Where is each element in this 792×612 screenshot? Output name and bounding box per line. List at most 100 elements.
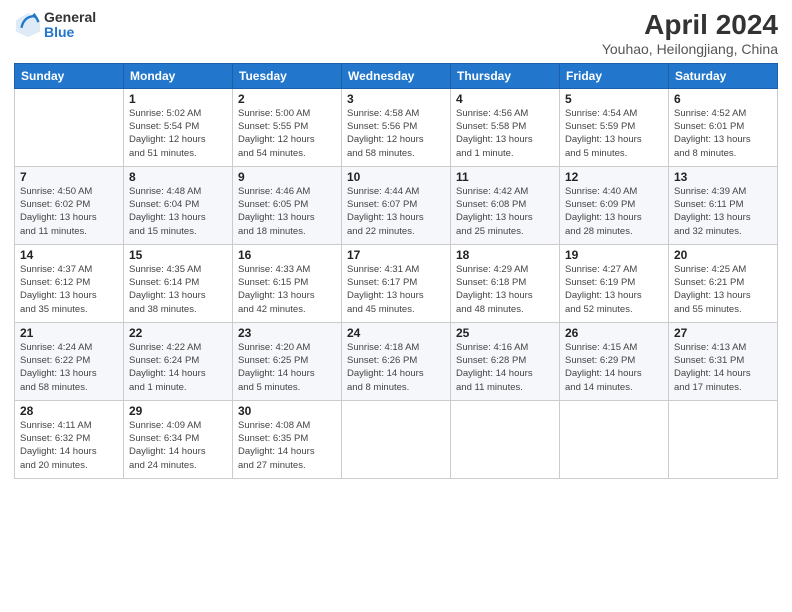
day-number: 27 [674, 326, 772, 340]
day-info: Sunrise: 4:25 AM Sunset: 6:21 PM Dayligh… [674, 263, 772, 316]
day-number: 26 [565, 326, 663, 340]
day-number: 30 [238, 404, 336, 418]
calendar-cell: 10Sunrise: 4:44 AM Sunset: 6:07 PM Dayli… [342, 166, 451, 244]
col-header-sunday: Sunday [15, 63, 124, 88]
day-number: 15 [129, 248, 227, 262]
day-info: Sunrise: 4:27 AM Sunset: 6:19 PM Dayligh… [565, 263, 663, 316]
week-row-1: 1Sunrise: 5:02 AM Sunset: 5:54 PM Daylig… [15, 88, 778, 166]
day-info: Sunrise: 4:39 AM Sunset: 6:11 PM Dayligh… [674, 185, 772, 238]
day-number: 24 [347, 326, 445, 340]
calendar-cell: 5Sunrise: 4:54 AM Sunset: 5:59 PM Daylig… [560, 88, 669, 166]
day-info: Sunrise: 4:54 AM Sunset: 5:59 PM Dayligh… [565, 107, 663, 160]
col-header-saturday: Saturday [669, 63, 778, 88]
day-info: Sunrise: 4:24 AM Sunset: 6:22 PM Dayligh… [20, 341, 118, 394]
calendar-cell: 21Sunrise: 4:24 AM Sunset: 6:22 PM Dayli… [15, 322, 124, 400]
day-info: Sunrise: 4:22 AM Sunset: 6:24 PM Dayligh… [129, 341, 227, 394]
week-row-3: 14Sunrise: 4:37 AM Sunset: 6:12 PM Dayli… [15, 244, 778, 322]
calendar-cell [451, 400, 560, 478]
calendar-cell: 27Sunrise: 4:13 AM Sunset: 6:31 PM Dayli… [669, 322, 778, 400]
day-number: 28 [20, 404, 118, 418]
calendar-cell: 17Sunrise: 4:31 AM Sunset: 6:17 PM Dayli… [342, 244, 451, 322]
calendar-cell: 22Sunrise: 4:22 AM Sunset: 6:24 PM Dayli… [124, 322, 233, 400]
day-info: Sunrise: 4:13 AM Sunset: 6:31 PM Dayligh… [674, 341, 772, 394]
day-number: 1 [129, 92, 227, 106]
header: General Blue April 2024 Youhao, Heilongj… [14, 10, 778, 57]
day-info: Sunrise: 4:37 AM Sunset: 6:12 PM Dayligh… [20, 263, 118, 316]
calendar-cell: 18Sunrise: 4:29 AM Sunset: 6:18 PM Dayli… [451, 244, 560, 322]
day-info: Sunrise: 4:46 AM Sunset: 6:05 PM Dayligh… [238, 185, 336, 238]
day-number: 10 [347, 170, 445, 184]
day-info: Sunrise: 4:33 AM Sunset: 6:15 PM Dayligh… [238, 263, 336, 316]
day-number: 25 [456, 326, 554, 340]
calendar-cell: 30Sunrise: 4:08 AM Sunset: 6:35 PM Dayli… [233, 400, 342, 478]
day-number: 12 [565, 170, 663, 184]
day-number: 6 [674, 92, 772, 106]
col-header-wednesday: Wednesday [342, 63, 451, 88]
col-header-monday: Monday [124, 63, 233, 88]
calendar-cell: 16Sunrise: 4:33 AM Sunset: 6:15 PM Dayli… [233, 244, 342, 322]
calendar-cell: 15Sunrise: 4:35 AM Sunset: 6:14 PM Dayli… [124, 244, 233, 322]
calendar-cell: 26Sunrise: 4:15 AM Sunset: 6:29 PM Dayli… [560, 322, 669, 400]
calendar-cell: 9Sunrise: 4:46 AM Sunset: 6:05 PM Daylig… [233, 166, 342, 244]
day-info: Sunrise: 4:40 AM Sunset: 6:09 PM Dayligh… [565, 185, 663, 238]
day-number: 18 [456, 248, 554, 262]
col-header-tuesday: Tuesday [233, 63, 342, 88]
calendar-cell [15, 88, 124, 166]
calendar-cell: 11Sunrise: 4:42 AM Sunset: 6:08 PM Dayli… [451, 166, 560, 244]
week-row-5: 28Sunrise: 4:11 AM Sunset: 6:32 PM Dayli… [15, 400, 778, 478]
day-number: 8 [129, 170, 227, 184]
day-info: Sunrise: 4:31 AM Sunset: 6:17 PM Dayligh… [347, 263, 445, 316]
day-number: 23 [238, 326, 336, 340]
calendar-title: April 2024 [602, 10, 778, 41]
calendar-cell: 1Sunrise: 5:02 AM Sunset: 5:54 PM Daylig… [124, 88, 233, 166]
day-number: 2 [238, 92, 336, 106]
day-info: Sunrise: 5:00 AM Sunset: 5:55 PM Dayligh… [238, 107, 336, 160]
logo: General Blue [14, 10, 96, 41]
day-info: Sunrise: 4:58 AM Sunset: 5:56 PM Dayligh… [347, 107, 445, 160]
day-info: Sunrise: 4:56 AM Sunset: 5:58 PM Dayligh… [456, 107, 554, 160]
calendar-cell: 28Sunrise: 4:11 AM Sunset: 6:32 PM Dayli… [15, 400, 124, 478]
day-info: Sunrise: 4:35 AM Sunset: 6:14 PM Dayligh… [129, 263, 227, 316]
header-row: SundayMondayTuesdayWednesdayThursdayFrid… [15, 63, 778, 88]
week-row-4: 21Sunrise: 4:24 AM Sunset: 6:22 PM Dayli… [15, 322, 778, 400]
calendar-cell: 23Sunrise: 4:20 AM Sunset: 6:25 PM Dayli… [233, 322, 342, 400]
title-block: April 2024 Youhao, Heilongjiang, China [602, 10, 778, 57]
day-number: 3 [347, 92, 445, 106]
logo-icon [14, 11, 42, 39]
calendar-cell: 19Sunrise: 4:27 AM Sunset: 6:19 PM Dayli… [560, 244, 669, 322]
col-header-friday: Friday [560, 63, 669, 88]
day-number: 7 [20, 170, 118, 184]
calendar-cell: 20Sunrise: 4:25 AM Sunset: 6:21 PM Dayli… [669, 244, 778, 322]
day-info: Sunrise: 4:11 AM Sunset: 6:32 PM Dayligh… [20, 419, 118, 472]
day-number: 21 [20, 326, 118, 340]
day-info: Sunrise: 4:08 AM Sunset: 6:35 PM Dayligh… [238, 419, 336, 472]
day-number: 19 [565, 248, 663, 262]
day-info: Sunrise: 4:18 AM Sunset: 6:26 PM Dayligh… [347, 341, 445, 394]
day-number: 29 [129, 404, 227, 418]
calendar-cell: 29Sunrise: 4:09 AM Sunset: 6:34 PM Dayli… [124, 400, 233, 478]
day-info: Sunrise: 5:02 AM Sunset: 5:54 PM Dayligh… [129, 107, 227, 160]
calendar-subtitle: Youhao, Heilongjiang, China [602, 41, 778, 57]
logo-general: General [44, 10, 96, 25]
day-number: 17 [347, 248, 445, 262]
calendar-cell: 2Sunrise: 5:00 AM Sunset: 5:55 PM Daylig… [233, 88, 342, 166]
day-number: 22 [129, 326, 227, 340]
calendar-page: General Blue April 2024 Youhao, Heilongj… [0, 0, 792, 612]
day-number: 5 [565, 92, 663, 106]
calendar-cell: 6Sunrise: 4:52 AM Sunset: 6:01 PM Daylig… [669, 88, 778, 166]
calendar-cell [560, 400, 669, 478]
logo-blue: Blue [44, 25, 96, 40]
calendar-cell: 7Sunrise: 4:50 AM Sunset: 6:02 PM Daylig… [15, 166, 124, 244]
day-info: Sunrise: 4:09 AM Sunset: 6:34 PM Dayligh… [129, 419, 227, 472]
calendar-cell: 4Sunrise: 4:56 AM Sunset: 5:58 PM Daylig… [451, 88, 560, 166]
day-number: 9 [238, 170, 336, 184]
day-info: Sunrise: 4:50 AM Sunset: 6:02 PM Dayligh… [20, 185, 118, 238]
day-info: Sunrise: 4:29 AM Sunset: 6:18 PM Dayligh… [456, 263, 554, 316]
col-header-thursday: Thursday [451, 63, 560, 88]
day-number: 4 [456, 92, 554, 106]
calendar-cell: 12Sunrise: 4:40 AM Sunset: 6:09 PM Dayli… [560, 166, 669, 244]
day-info: Sunrise: 4:42 AM Sunset: 6:08 PM Dayligh… [456, 185, 554, 238]
calendar-cell: 8Sunrise: 4:48 AM Sunset: 6:04 PM Daylig… [124, 166, 233, 244]
day-info: Sunrise: 4:16 AM Sunset: 6:28 PM Dayligh… [456, 341, 554, 394]
calendar-cell: 3Sunrise: 4:58 AM Sunset: 5:56 PM Daylig… [342, 88, 451, 166]
